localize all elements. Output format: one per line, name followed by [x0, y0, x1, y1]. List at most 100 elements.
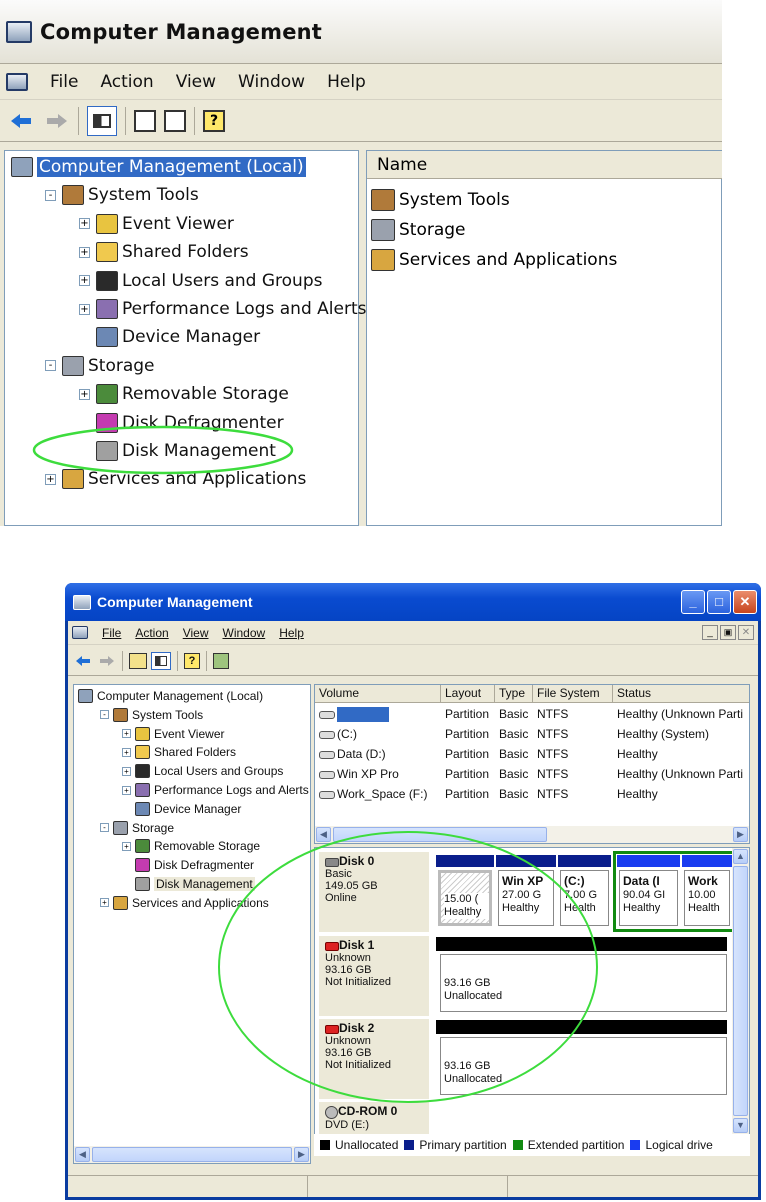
- help-icon[interactable]: ?: [203, 109, 225, 132]
- expand-icon[interactable]: +: [79, 275, 90, 287]
- scroll-left-button[interactable]: ◀: [75, 1147, 90, 1162]
- tree-node[interactable]: - System Tools: [45, 181, 199, 209]
- volume-row[interactable]: Work_Space (F:) Partition Basic NTFS Healthy: [315, 784, 749, 804]
- menu-action[interactable]: Action: [100, 72, 153, 92]
- back-arrow-icon[interactable]: [8, 111, 34, 131]
- list-item-label: System Tools: [399, 190, 510, 210]
- tree-node[interactable]: + Event Viewer: [122, 725, 224, 743]
- tree-node-label: Computer Management (Local): [97, 689, 264, 703]
- tree-node[interactable]: + Event Viewer: [79, 210, 234, 238]
- menu-file[interactable]: File: [50, 72, 78, 92]
- list-item[interactable]: Storage: [371, 219, 466, 241]
- volume-row[interactable]: Partition Basic NTFS Healthy (Unknown Parti: [315, 704, 749, 724]
- volume-cell-status: Healthy: [617, 787, 658, 801]
- tree-node[interactable]: - Storage: [45, 352, 155, 380]
- tree-node-label: Device Manager: [154, 801, 242, 816]
- tree-node-label: Computer Management (Local): [37, 157, 306, 177]
- legend-swatch: [512, 1140, 523, 1150]
- show-hide-tree-icon[interactable]: [151, 651, 171, 670]
- expand-icon[interactable]: +: [79, 246, 90, 258]
- tree-node[interactable]: + Performance Logs and Alerts: [122, 781, 309, 799]
- scroll-right-button[interactable]: ▶: [733, 827, 748, 842]
- vertical-scrollbar[interactable]: ▲ ▼: [732, 848, 749, 1134]
- column-header-layout[interactable]: Layout: [441, 685, 495, 703]
- scroll-down-button[interactable]: ▼: [733, 1118, 748, 1133]
- back-arrow-icon[interactable]: [74, 654, 92, 668]
- app-menu-icon[interactable]: [6, 72, 28, 91]
- tree-node[interactable]: Computer Management (Local): [11, 153, 306, 181]
- menu-view[interactable]: View: [183, 626, 209, 640]
- expand-icon[interactable]: +: [122, 729, 131, 739]
- tree-node[interactable]: Computer Management (Local): [78, 687, 263, 705]
- help-icon[interactable]: ?: [184, 652, 200, 669]
- expand-icon[interactable]: +: [79, 218, 90, 230]
- collapse-icon[interactable]: -: [45, 360, 56, 372]
- tree-node[interactable]: + Removable Storage: [79, 380, 289, 408]
- scroll-up-button[interactable]: ▲: [733, 849, 748, 864]
- tree-node[interactable]: + Shared Folders: [122, 743, 236, 761]
- volume-row[interactable]: Data (D:) Partition Basic NTFS Healthy: [315, 744, 749, 764]
- volume-cell-status: Healthy (Unknown Parti: [617, 767, 744, 781]
- event-viewer-icon: [135, 726, 150, 741]
- users-icon: [96, 270, 118, 291]
- collapse-icon[interactable]: -: [45, 189, 56, 201]
- app-menu-icon[interactable]: [72, 626, 88, 639]
- tree-node[interactable]: Device Manager: [79, 323, 260, 351]
- expand-icon[interactable]: +: [122, 841, 131, 851]
- scroll-right-button[interactable]: ▶: [294, 1147, 309, 1162]
- tree-node-label: Event Viewer: [122, 213, 234, 234]
- export-list-icon[interactable]: [164, 109, 186, 132]
- column-header-type[interactable]: Type: [495, 685, 533, 703]
- column-header-volume[interactable]: Volume: [315, 685, 441, 703]
- menu-window[interactable]: Window: [223, 626, 266, 640]
- menu-window[interactable]: Window: [238, 72, 305, 92]
- expand-icon[interactable]: +: [122, 785, 131, 795]
- forward-arrow-icon[interactable]: [44, 111, 70, 131]
- tree-node[interactable]: + Local Users and Groups: [79, 267, 322, 295]
- column-header-name[interactable]: Name: [367, 151, 722, 179]
- expand-icon[interactable]: +: [79, 303, 90, 315]
- column-header-file-system[interactable]: File System: [533, 685, 613, 703]
- volume-row[interactable]: Win XP Pro Partition Basic NTFS Healthy (Unk…: [315, 764, 749, 784]
- tree-node[interactable]: Device Manager: [122, 800, 241, 818]
- collapse-icon[interactable]: -: [100, 823, 109, 833]
- forward-arrow-icon[interactable]: [98, 654, 116, 668]
- properties-icon[interactable]: [134, 109, 156, 132]
- column-header-status[interactable]: Status: [613, 685, 749, 703]
- mdi-restore-button[interactable]: ▣: [720, 625, 736, 640]
- menu-action[interactable]: Action: [135, 626, 168, 640]
- show-hide-tree-icon[interactable]: [87, 105, 117, 136]
- expand-icon[interactable]: +: [122, 747, 131, 757]
- volume-cell-fs: NTFS: [537, 707, 569, 721]
- scroll-thumb[interactable]: [92, 1147, 292, 1162]
- list-item[interactable]: Services and Applications: [371, 249, 617, 271]
- maximize-button[interactable]: □: [707, 590, 731, 614]
- partition-block[interactable]: Work 10.00 Health: [684, 870, 730, 926]
- tree-node[interactable]: - Storage: [100, 819, 174, 837]
- up-one-level-icon[interactable]: [129, 652, 147, 669]
- tree-node[interactable]: + Performance Logs and Alerts: [79, 295, 366, 323]
- title-bar: Computer Management _ □ ✕: [65, 583, 761, 621]
- mdi-minimize-button[interactable]: _: [702, 625, 718, 640]
- expand-icon[interactable]: +: [122, 766, 131, 776]
- menu-help[interactable]: Help: [279, 626, 304, 640]
- scroll-thumb[interactable]: [733, 866, 748, 1116]
- volume-row[interactable]: (C:) Partition Basic NTFS Healthy (System): [315, 724, 749, 744]
- settings-icon[interactable]: [213, 652, 229, 669]
- tree-node[interactable]: - System Tools: [100, 706, 203, 724]
- partition-block[interactable]: Data (I 90.04 GI Healthy: [619, 870, 678, 926]
- volume-cell-type: Basic: [499, 767, 529, 781]
- collapse-icon[interactable]: -: [100, 710, 109, 720]
- close-button[interactable]: ✕: [733, 590, 757, 614]
- minimize-button[interactable]: _: [681, 590, 705, 614]
- menu-view[interactable]: View: [176, 72, 216, 92]
- menu-help[interactable]: Help: [327, 72, 366, 92]
- tree-node[interactable]: + Local Users and Groups: [122, 762, 283, 780]
- expand-icon[interactable]: +: [100, 898, 109, 908]
- horizontal-scrollbar[interactable]: ◀ ▶: [74, 1146, 310, 1163]
- menu-file[interactable]: File: [102, 626, 121, 640]
- tree-node[interactable]: + Shared Folders: [79, 238, 249, 266]
- list-item[interactable]: System Tools: [371, 189, 510, 211]
- expand-icon[interactable]: +: [79, 388, 90, 400]
- mdi-close-button[interactable]: ✕: [738, 625, 754, 640]
